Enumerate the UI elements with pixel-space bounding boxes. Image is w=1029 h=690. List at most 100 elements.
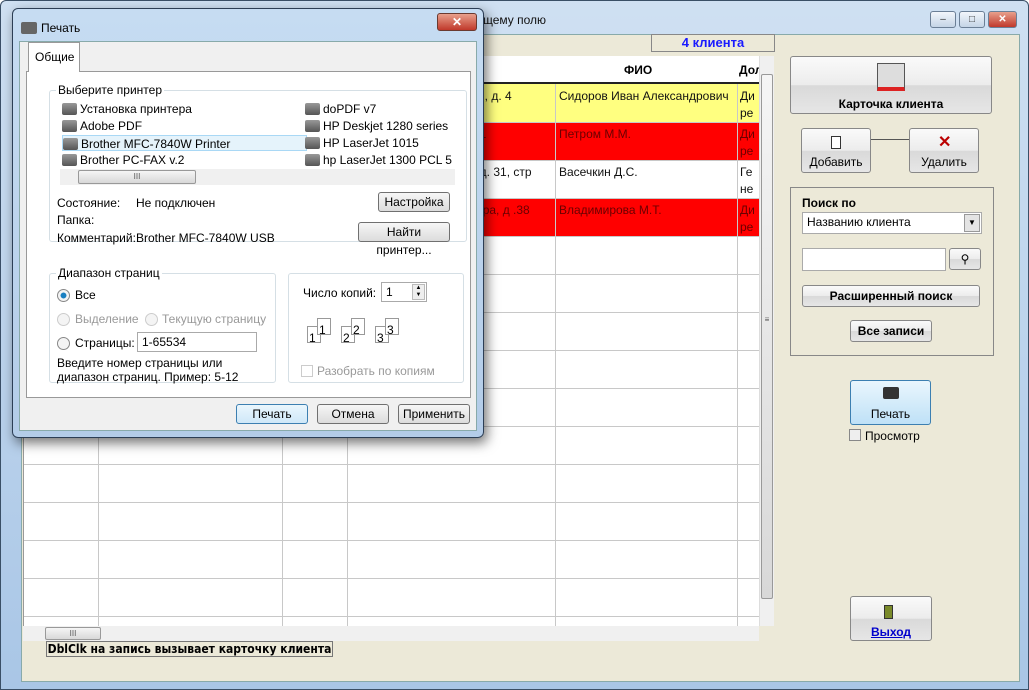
folder-label: Папка: — [57, 213, 95, 227]
printer-list-hscrollbar[interactable]: III — [60, 169, 455, 185]
dialog-close-button[interactable]: ✕ — [437, 13, 477, 31]
cell-fio: Сидоров Иван Александрович — [559, 89, 729, 103]
comment-value: Brother MFC-7840W USB — [136, 231, 275, 245]
radio-pages[interactable] — [57, 337, 70, 350]
printer-name: hp LaserJet 1300 PCL 5 — [323, 153, 452, 167]
delete-label: Удалить — [921, 155, 967, 169]
printer-item[interactable]: Adobe PDF — [62, 118, 142, 134]
connector-line — [871, 139, 909, 140]
copies-stepper[interactable]: 1 ▲ ▼ — [381, 282, 427, 302]
printer-name: HP Deskjet 1280 series — [323, 119, 449, 133]
grid-row-line — [24, 464, 759, 465]
printer-item[interactable]: Brother MFC-7840W Printer — [62, 135, 307, 151]
delete-button[interactable]: ✕ Удалить — [909, 128, 979, 173]
cell-fio: Владимирова М.Т. — [559, 203, 662, 217]
exit-label: Выход — [870, 625, 912, 639]
print-label: Печать — [870, 407, 911, 421]
copies-group: Число копий: 1 ▲ ▼ 112233 Разобрать по ко… — [288, 273, 464, 383]
scroll-thumb[interactable]: III — [45, 627, 101, 640]
add-label: Добавить — [809, 155, 863, 169]
radio-selection-label: Выделение — [75, 312, 139, 326]
printer-icon — [62, 103, 77, 115]
printer-item[interactable]: Установка принтера — [62, 101, 192, 117]
add-button[interactable]: Добавить — [801, 128, 871, 173]
chevron-down-icon[interactable]: ▼ — [964, 214, 980, 232]
column-header-position[interactable]: Дол — [739, 62, 759, 79]
grid-row-line — [24, 616, 759, 617]
dialog-body: Выберите принтер Установка принтера doPDF… — [19, 41, 477, 431]
printer-name: Brother PC-FAX v.2 — [80, 153, 185, 167]
column-header-fio[interactable]: ФИО — [624, 62, 652, 79]
tab-general[interactable]: Общие — [28, 42, 80, 72]
comment-label: Комментарий: — [57, 231, 136, 245]
new-document-icon — [831, 136, 841, 149]
radio-all-label: Все — [75, 288, 96, 302]
search-by-label: Поиск по — [802, 196, 856, 210]
status-value: Не подключен — [136, 196, 216, 210]
printer-item[interactable]: HP Deskjet 1280 series — [305, 118, 448, 134]
tab-panel-general: Выберите принтер Установка принтера doPDF… — [26, 71, 471, 398]
cell-position: Ге не — [740, 165, 754, 196]
collate-checkbox[interactable] — [301, 365, 313, 377]
dialog-title: Печать — [41, 21, 81, 35]
printer-item[interactable]: hp LaserJet 1300 PCL 5 — [305, 152, 452, 168]
cell-position: Ди ре — [740, 127, 755, 158]
client-card-icon — [877, 63, 905, 91]
printer-item[interactable]: HP LaserJet 1015 — [305, 135, 419, 151]
cell-position: Ди ре — [740, 203, 755, 234]
scroll-thumb[interactable]: ≡ — [761, 74, 773, 599]
printer-icon — [62, 120, 77, 132]
radio-current-page-label: Текущую страницу — [162, 312, 267, 326]
vertical-scrollbar[interactable]: ≡ — [759, 56, 774, 626]
close-button[interactable]: ✕ — [988, 11, 1017, 28]
printer-name: HP LaserJet 1015 — [323, 136, 419, 150]
dialog-cancel-button[interactable]: Отмена — [317, 404, 389, 424]
collate-page-icon: 1 — [317, 318, 331, 337]
binoculars-search-button[interactable]: ⚲ — [949, 248, 981, 270]
delete-x-icon: ✕ — [938, 134, 952, 151]
exit-button[interactable]: Выход — [850, 596, 932, 641]
cell-fio: Васечкин Д.С. — [559, 165, 638, 179]
page-range-hint: Введите номер страницы или диапазон стра… — [57, 356, 239, 384]
printer-name: Brother MFC-7840W Printer — [81, 137, 231, 151]
search-group: Поиск по Названию клиента ▼ ⚲ Расширенны… — [790, 187, 994, 356]
radio-current-page[interactable] — [145, 313, 158, 326]
minimize-button[interactable]: – — [930, 11, 956, 28]
preview-checkbox[interactable] — [849, 429, 861, 441]
printer-item[interactable]: Brother PC-FAX v.2 — [62, 152, 184, 168]
all-records-button[interactable]: Все записи — [850, 320, 932, 342]
preview-label: Просмотр — [865, 429, 920, 443]
printer-icon — [21, 22, 37, 34]
printer-setup-button[interactable]: Настройка — [378, 192, 450, 212]
search-input[interactable] — [802, 248, 946, 271]
cell-fio: Петром М.М. — [559, 127, 631, 141]
grid-column-line — [737, 84, 738, 626]
printer-name: Adobe PDF — [80, 119, 143, 133]
cell-position: Ди ре — [740, 89, 755, 120]
printer-item[interactable]: doPDF v7 — [305, 101, 376, 117]
collate-page-icon: 2 — [351, 318, 365, 337]
radio-selection[interactable] — [57, 313, 70, 326]
maximize-button[interactable]: □ — [959, 11, 985, 28]
radio-pages-label: Страницы: — [75, 336, 135, 350]
search-field-value: Названию клиента — [807, 215, 911, 229]
print-dialog: Печать ✕ Выберите принтер Установка прин… — [12, 8, 484, 438]
pages-input[interactable]: 1-65534 — [137, 332, 257, 352]
exit-door-icon — [884, 605, 893, 619]
client-card-button[interactable]: Карточка клиента — [790, 56, 992, 114]
scroll-thumb[interactable]: III — [78, 170, 196, 184]
search-field-select[interactable]: Названию клиента ▼ — [802, 212, 982, 234]
horizontal-scrollbar[interactable]: III — [23, 626, 759, 641]
dialog-print-button[interactable]: Печать — [236, 404, 308, 424]
status-label: Состояние: — [57, 196, 121, 210]
printer-icon — [305, 137, 320, 149]
client-card-label: Карточка клиента — [838, 97, 944, 111]
stepper-arrows-icon[interactable]: ▲ ▼ — [412, 284, 425, 300]
printer-icon — [62, 154, 77, 166]
print-button[interactable]: Печать — [850, 380, 931, 425]
radio-all[interactable] — [57, 289, 70, 302]
dialog-apply-button[interactable]: Применить — [398, 404, 470, 424]
advanced-search-button[interactable]: Расширенный поиск — [802, 285, 980, 307]
printer-icon — [883, 387, 899, 399]
find-printer-button[interactable]: Найти принтер... — [358, 222, 450, 257]
